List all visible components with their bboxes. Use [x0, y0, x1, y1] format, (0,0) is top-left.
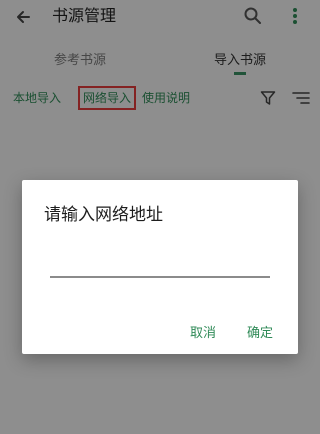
network-address-input[interactable]: [50, 258, 270, 278]
network-address-dialog: 请输入网络地址 取消 确定: [22, 180, 298, 354]
cancel-button[interactable]: 取消: [190, 322, 216, 341]
dialog-title: 请输入网络地址: [44, 205, 163, 225]
confirm-button[interactable]: 确定: [247, 322, 273, 341]
